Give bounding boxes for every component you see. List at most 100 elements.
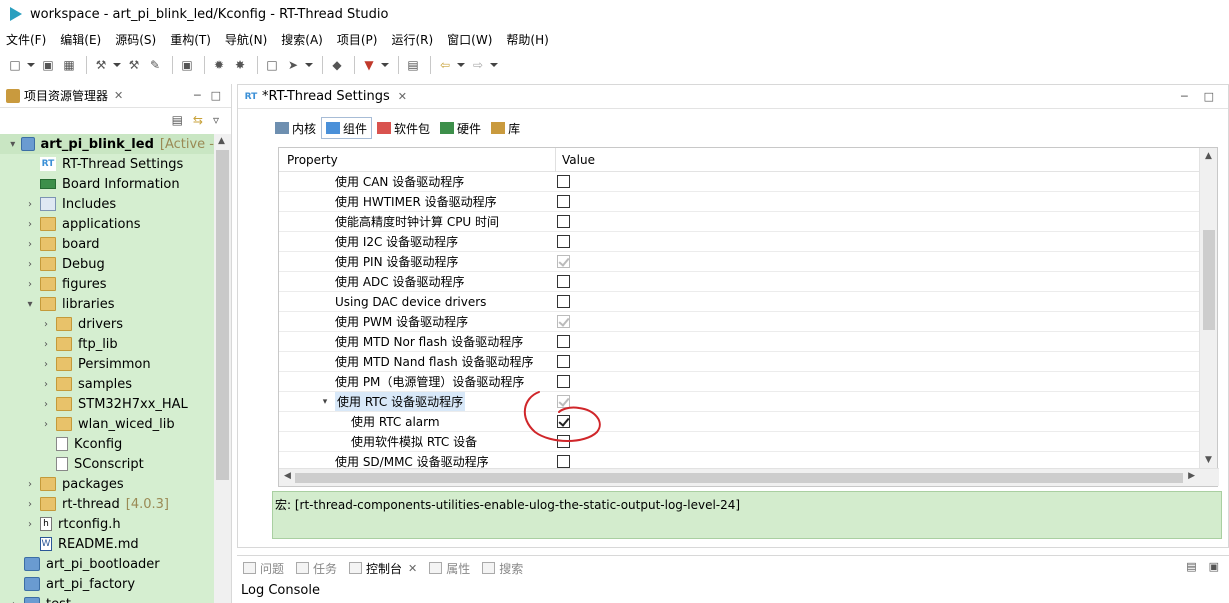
- property-checkbox[interactable]: [557, 275, 570, 288]
- download-icon[interactable]: ✸: [231, 56, 249, 74]
- tree-item[interactable]: Board Information: [0, 174, 214, 194]
- property-checkbox[interactable]: [557, 435, 570, 448]
- tree-item[interactable]: › STM32H7xx_HAL: [0, 394, 214, 414]
- grid-vertical-scrollbar[interactable]: ▲ ▼: [1199, 148, 1217, 468]
- chevron-right-icon[interactable]: ›: [40, 319, 52, 330]
- property-checkbox[interactable]: [557, 195, 570, 208]
- property-checkbox[interactable]: [557, 335, 570, 348]
- property-checkbox[interactable]: [557, 175, 570, 188]
- property-row[interactable]: 使用 HWTIMER 设备驱动程序: [279, 192, 1199, 212]
- new-file-icon[interactable]: □: [6, 56, 24, 74]
- column-header-property[interactable]: Property: [279, 147, 556, 172]
- tree-item[interactable]: › wlan_wiced_lib: [0, 414, 214, 434]
- tree-item[interactable]: › applications: [0, 214, 214, 234]
- grid-horizontal-scrollbar[interactable]: ◀ ▶: [279, 468, 1219, 486]
- close-icon[interactable]: ✕: [114, 89, 123, 102]
- chevron-right-icon[interactable]: ›: [40, 399, 52, 410]
- tree-item[interactable]: ▾ art_pi_blink_led [Active -: [0, 134, 214, 154]
- tree-item[interactable]: W README.md: [0, 534, 214, 554]
- tree-item[interactable]: RT RT-Thread Settings: [0, 154, 214, 174]
- menu-item[interactable]: 导航(N): [219, 31, 273, 48]
- scroll-up-icon[interactable]: ▲: [1205, 151, 1212, 161]
- tree-item[interactable]: › board: [0, 234, 214, 254]
- property-row[interactable]: 使用 CAN 设备驱动程序: [279, 172, 1199, 192]
- bottom-tab[interactable]: 任务: [296, 560, 337, 577]
- close-icon[interactable]: ✕: [408, 562, 417, 575]
- chevron-right-icon[interactable]: ›: [40, 379, 52, 390]
- property-row[interactable]: 使用 RTC alarm: [279, 412, 1199, 432]
- display-console-icon[interactable]: ▣: [1209, 560, 1219, 573]
- property-row[interactable]: 使能高精度时钟计算 CPU 时间: [279, 212, 1199, 232]
- bottom-tab[interactable]: 搜索: [482, 560, 523, 577]
- save-icon[interactable]: ▣: [39, 56, 57, 74]
- explorer-scrollbar[interactable]: ▲: [214, 134, 231, 603]
- chevron-right-icon[interactable]: ›: [24, 239, 36, 250]
- menu-item[interactable]: 帮助(H): [500, 31, 554, 48]
- tree-item[interactable]: › Persimmon: [0, 354, 214, 374]
- back-dropdown-arrow[interactable]: [457, 56, 465, 74]
- rebuild-icon[interactable]: ⚒: [125, 56, 143, 74]
- menu-item[interactable]: 源码(S): [109, 31, 162, 48]
- tree-item[interactable]: › ftp_lib: [0, 334, 214, 354]
- tree-item[interactable]: Kconfig: [0, 434, 214, 454]
- menu-item[interactable]: 项目(P): [331, 31, 384, 48]
- back-arrow-icon[interactable]: ⇦: [436, 56, 454, 74]
- minimize-icon[interactable]: ─: [1181, 90, 1188, 103]
- chevron-right-icon[interactable]: ›: [24, 499, 36, 510]
- settings-tab[interactable]: 库: [486, 117, 525, 139]
- menu-item[interactable]: 运行(R): [385, 31, 439, 48]
- flash-dropdown-arrow[interactable]: [381, 56, 389, 74]
- debug-icon[interactable]: ✹: [210, 56, 228, 74]
- menu-item[interactable]: 窗口(W): [441, 31, 498, 48]
- property-row[interactable]: 使用 MTD Nor flash 设备驱动程序: [279, 332, 1199, 352]
- chevron-right-icon[interactable]: ›: [40, 339, 52, 350]
- bottom-tab[interactable]: 问题: [243, 560, 284, 577]
- scroll-left-icon[interactable]: ◀: [284, 471, 291, 481]
- column-header-value[interactable]: Value: [556, 153, 595, 167]
- chevron-down-icon[interactable]: ▾: [24, 299, 36, 310]
- tree-item[interactable]: › figures: [0, 274, 214, 294]
- save-all-icon[interactable]: ▦: [60, 56, 78, 74]
- menu-item[interactable]: 文件(F): [0, 31, 52, 48]
- project-explorer-tab[interactable]: 项目资源管理器 ✕ ─ □: [0, 84, 231, 108]
- open-folder-icon[interactable]: □: [263, 56, 281, 74]
- settings-tab[interactable]: 硬件: [435, 117, 486, 139]
- chevron-right-icon[interactable]: ›: [40, 419, 52, 430]
- property-row[interactable]: 使用软件模拟 RTC 设备: [279, 432, 1199, 452]
- tree-item[interactable]: art_pi_factory: [0, 574, 214, 594]
- flash-download-icon[interactable]: ▼: [360, 56, 378, 74]
- link-with-editor-icon[interactable]: ⇆: [193, 113, 203, 127]
- terminal-icon[interactable]: ▣: [178, 56, 196, 74]
- maximize-icon[interactable]: □: [211, 89, 221, 102]
- property-row[interactable]: 使用 MTD Nand flash 设备驱动程序: [279, 352, 1199, 372]
- chevron-right-icon[interactable]: ›: [24, 259, 36, 270]
- property-checkbox[interactable]: [557, 455, 570, 468]
- run-rocket-icon[interactable]: ➤: [284, 56, 302, 74]
- tree-item[interactable]: SConscript: [0, 454, 214, 474]
- tree-item[interactable]: › drivers: [0, 314, 214, 334]
- chevron-down-icon[interactable]: ▾: [8, 139, 17, 150]
- scroll-right-icon[interactable]: ▶: [1188, 471, 1195, 481]
- scroll-up-icon[interactable]: ▲: [218, 136, 225, 146]
- scrollbar-thumb[interactable]: [1203, 230, 1215, 330]
- chevron-right-icon[interactable]: ›: [24, 519, 36, 530]
- forward-dropdown-arrow[interactable]: [490, 56, 498, 74]
- tree-item[interactable]: › Debug: [0, 254, 214, 274]
- chevron-right-icon[interactable]: ›: [40, 359, 52, 370]
- property-row[interactable]: 使用 SD/MMC 设备驱动程序: [279, 452, 1199, 468]
- scroll-down-icon[interactable]: ▼: [1205, 455, 1212, 465]
- property-row[interactable]: 使用 PWM 设备驱动程序: [279, 312, 1199, 332]
- tree-item[interactable]: ▾ libraries: [0, 294, 214, 314]
- tree-item[interactable]: › samples: [0, 374, 214, 394]
- property-row[interactable]: 使用 ADC 设备驱动程序: [279, 272, 1199, 292]
- tree-item[interactable]: › packages: [0, 474, 214, 494]
- tree-item[interactable]: › Includes: [0, 194, 214, 214]
- chevron-right-icon[interactable]: ›: [24, 479, 36, 490]
- close-icon[interactable]: ✕: [398, 90, 407, 103]
- build-hammer-icon[interactable]: ⚒: [92, 56, 110, 74]
- property-row[interactable]: 使用 I2C 设备驱动程序: [279, 232, 1199, 252]
- property-checkbox[interactable]: [557, 295, 570, 308]
- new-dropdown-arrow[interactable]: [27, 56, 35, 74]
- chevron-down-icon[interactable]: ▾: [319, 397, 331, 407]
- settings-tab[interactable]: 组件: [321, 117, 373, 139]
